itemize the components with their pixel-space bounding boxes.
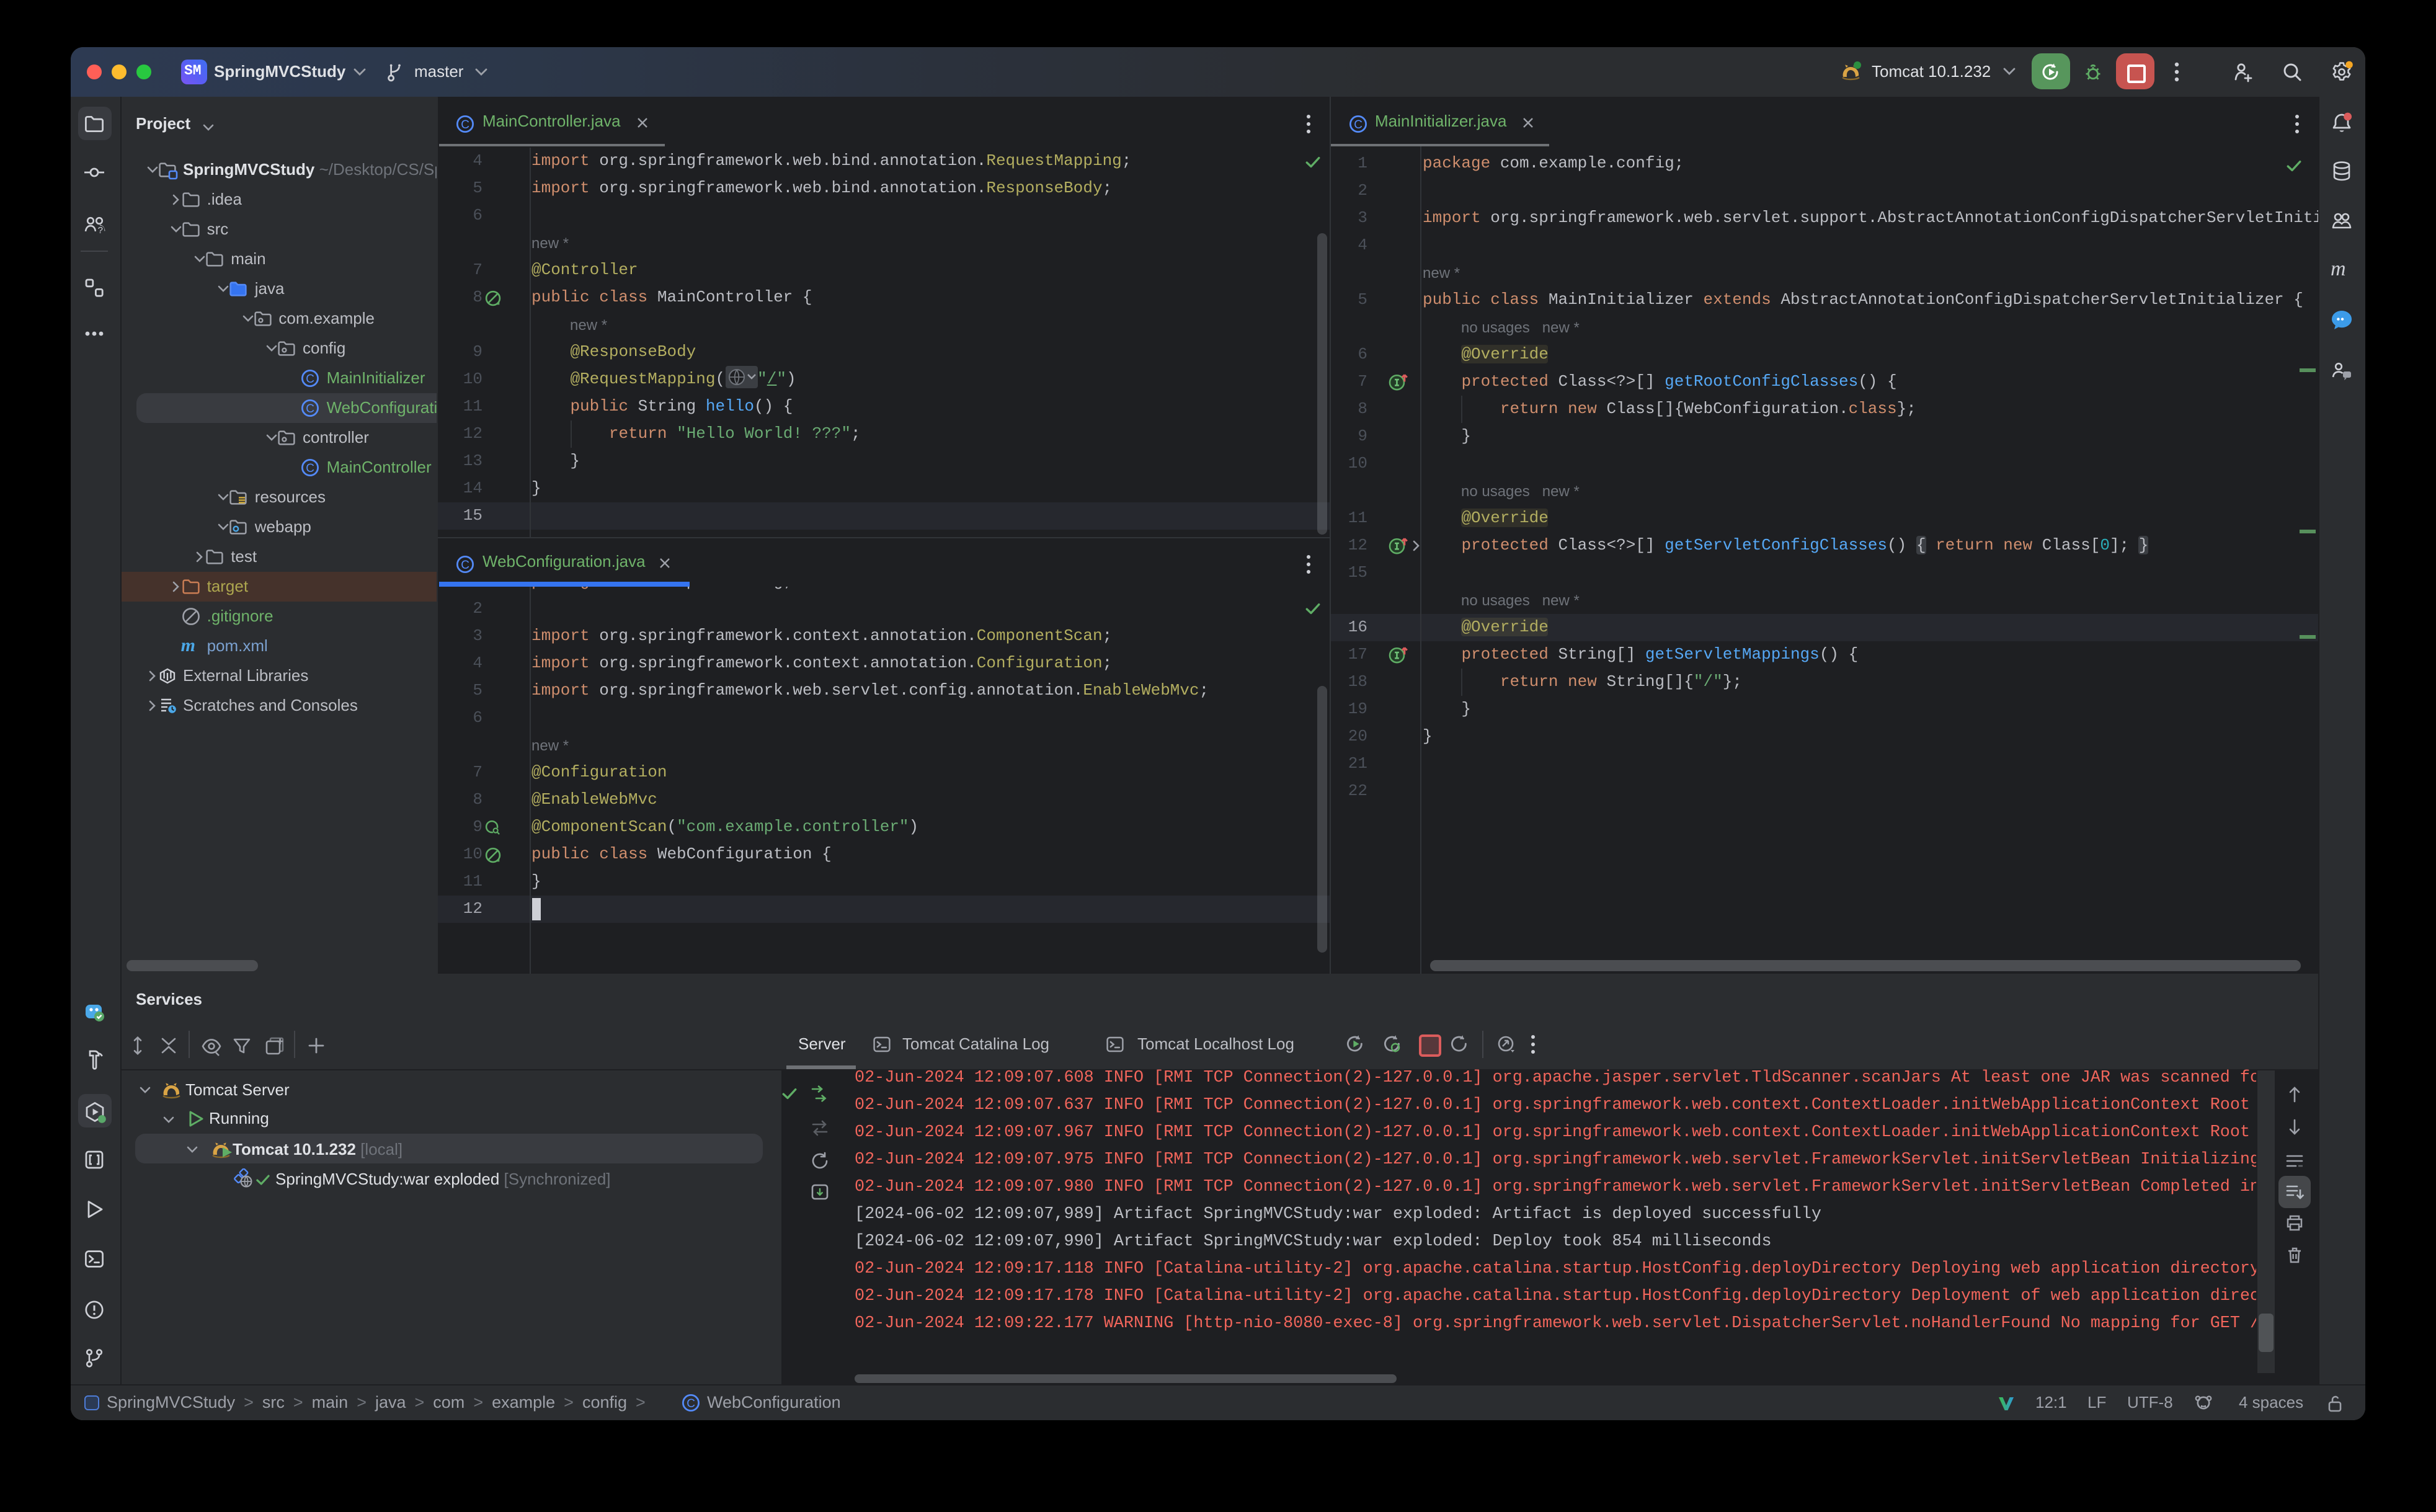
svg-text:?: ? xyxy=(98,225,103,235)
